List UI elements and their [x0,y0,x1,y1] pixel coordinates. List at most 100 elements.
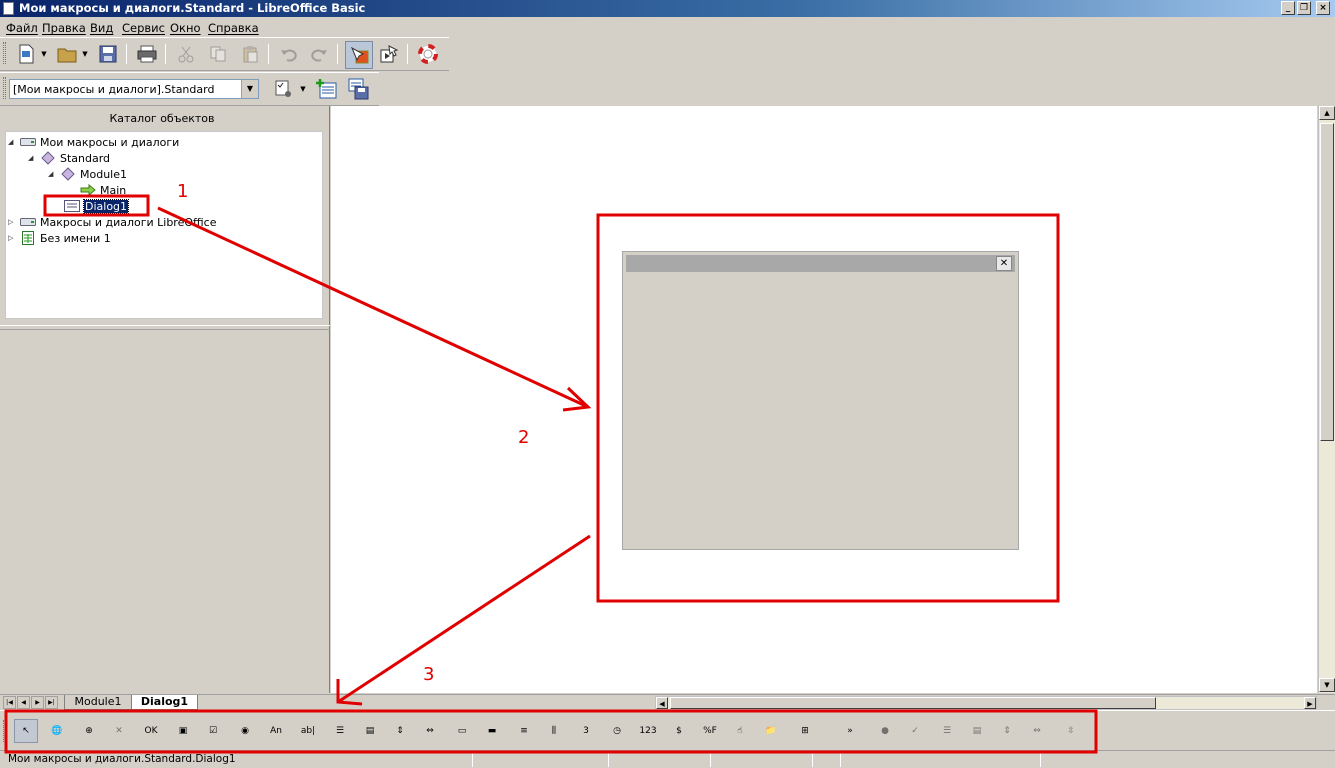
copy-icon[interactable] [206,42,230,66]
restore-button[interactable]: ❐ [1297,1,1311,15]
tab-dialog1[interactable]: Dialog1 [131,695,198,710]
vertical-scroll-thumb[interactable] [1320,123,1334,441]
status-separator [1040,753,1041,767]
select-module-icon[interactable] [272,77,296,101]
dialog1-preview[interactable]: ✕ [622,251,1019,550]
prev-tab-icon[interactable]: ◀ [17,696,30,709]
control-properties-icon[interactable]: ✕ [107,719,131,743]
date-field-icon[interactable]: 3 [574,719,598,743]
checkbox-disabled-icon[interactable]: ✓ [903,719,927,743]
tree-item-module1[interactable]: ◢ Module1 [48,166,127,182]
menu-file[interactable]: Файл [6,21,38,35]
select-icon[interactable]: ↖ [14,719,38,743]
label-icon[interactable]: An [264,719,288,743]
horizontal-scroll-thumb[interactable] [670,697,1156,709]
cut-icon[interactable] [174,42,198,66]
text-box-icon[interactable]: ab| [296,719,320,743]
collapse-triangle-icon[interactable]: ◢ [48,170,57,178]
open-dropdown-arrow[interactable]: ▼ [81,42,89,66]
option-button-icon[interactable]: ◉ [233,719,257,743]
first-tab-icon[interactable]: |◀ [3,696,16,709]
close-window-button[interactable]: × [1316,1,1330,15]
pattern-field-icon[interactable]: ☝ [728,719,752,743]
list-box-icon[interactable]: ☰ [328,719,352,743]
new-document-icon[interactable] [14,42,38,66]
panel-splitter[interactable] [0,325,330,330]
vertical-scrollbar[interactable]: ▲ ▼ [1318,106,1335,693]
horizontal-line-icon[interactable]: ≡ [512,719,536,743]
dialog-title-bar[interactable]: ✕ [626,255,1015,272]
status-separator [608,753,609,767]
tab-module1[interactable]: Module1 [64,695,132,710]
minimize-button[interactable]: _ [1281,1,1295,15]
scroll-left-icon[interactable]: ◀ [656,697,668,709]
spin-button-disabled-icon[interactable]: ⇳ [1059,719,1083,743]
option-button-disabled-icon[interactable]: ● [873,719,897,743]
chevron-down-icon[interactable]: ▼ [241,80,258,98]
menu-window[interactable]: Окно [170,21,201,35]
expand-triangle-icon[interactable]: ▷ [8,234,17,242]
save-icon[interactable] [96,42,120,66]
toolbar-grip[interactable] [3,720,6,742]
scroll-up-icon[interactable]: ▲ [1319,106,1335,120]
tree-item-untitled1[interactable]: ▷ Без имени 1 [8,230,111,246]
help-icon[interactable] [416,42,440,66]
vertical-scrollbar-icon[interactable]: ⇕ [388,719,412,743]
menu-view[interactable]: Вид [90,21,113,35]
menu-tools[interactable]: Сервис [122,21,165,35]
push-button-icon[interactable]: OK [139,719,163,743]
formatted-field-icon[interactable]: %F [698,719,722,743]
tree-item-libreoffice-macros[interactable]: ▷ Макросы и диалоги LibreOffice [8,214,216,230]
module-diamond-icon [60,167,76,181]
numeric-field-icon[interactable]: 123 [636,719,660,743]
tree-control-icon[interactable]: ⊞ [793,719,817,743]
print-icon[interactable] [135,42,159,66]
toolbar-grip[interactable] [3,77,6,99]
design-mode-icon[interactable] [345,41,373,69]
tree-item-main[interactable]: Main [80,182,126,198]
time-field-icon[interactable]: ◷ [605,719,629,743]
paste-icon[interactable] [238,42,262,66]
redo-icon[interactable] [307,42,331,66]
scroll-right-icon[interactable]: ▶ [1304,697,1316,709]
expand-triangle-icon[interactable]: ▷ [8,218,17,226]
toolbar-grip[interactable] [3,42,6,64]
run-control-icon[interactable] [377,42,401,66]
library-select[interactable]: [Мои макросы и диалоги].Standard ▼ [9,79,259,99]
menu-edit[interactable]: Правка [42,21,86,35]
select-module-dropdown-arrow[interactable]: ▼ [299,77,307,101]
new-dropdown-arrow[interactable]: ▼ [40,42,48,66]
collapse-triangle-icon[interactable]: ◢ [8,138,17,146]
checkbox-icon[interactable]: ☑ [201,719,225,743]
dialog-close-icon[interactable]: ✕ [996,256,1012,271]
toolbar-separator [337,44,338,64]
collapse-triangle-icon[interactable]: ◢ [28,154,37,162]
image-control-icon[interactable]: ▣ [171,719,195,743]
progress-bar-icon[interactable]: ▬ [480,719,504,743]
horizontal-scrollbar[interactable]: ◀ ▶ [655,696,1317,710]
test-mode-icon[interactable]: ⊕ [77,719,101,743]
menu-help[interactable]: Справка [208,21,259,35]
horizontal-scrollbar-icon[interactable]: ⇔ [418,719,442,743]
undo-icon[interactable] [277,42,301,66]
tree-item-dialog1[interactable]: Dialog1 [64,198,130,214]
scroll-down-icon[interactable]: ▼ [1319,678,1335,692]
currency-field-icon[interactable]: $ [667,719,691,743]
open-folder-icon[interactable] [55,42,79,66]
horizontal-scrollbar-disabled-icon[interactable]: ⇔ [1025,719,1049,743]
insert-module-icon[interactable] [314,77,338,101]
tree-item-my-macros[interactable]: ◢ Мои макросы и диалоги [8,134,179,150]
group-box-icon[interactable]: ▭ [450,719,474,743]
list-box-disabled-icon[interactable]: ☰ [935,719,959,743]
save-basic-icon[interactable] [347,77,371,101]
overflow-chevron-icon[interactable]: » [838,719,862,743]
tree-item-standard[interactable]: ◢ Standard [28,150,110,166]
language-icon[interactable]: 🌐 [45,719,69,743]
combo-box-disabled-icon[interactable]: ▤ [965,719,989,743]
vertical-scrollbar-disabled-icon[interactable]: ⇕ [995,719,1019,743]
last-tab-icon[interactable]: ▶| [45,696,58,709]
next-tab-icon[interactable]: ▶ [31,696,44,709]
vertical-line-icon[interactable]: ⫼ [542,719,566,743]
combo-box-icon[interactable]: ▤ [358,719,382,743]
file-selection-icon[interactable]: 📁 [759,719,783,743]
